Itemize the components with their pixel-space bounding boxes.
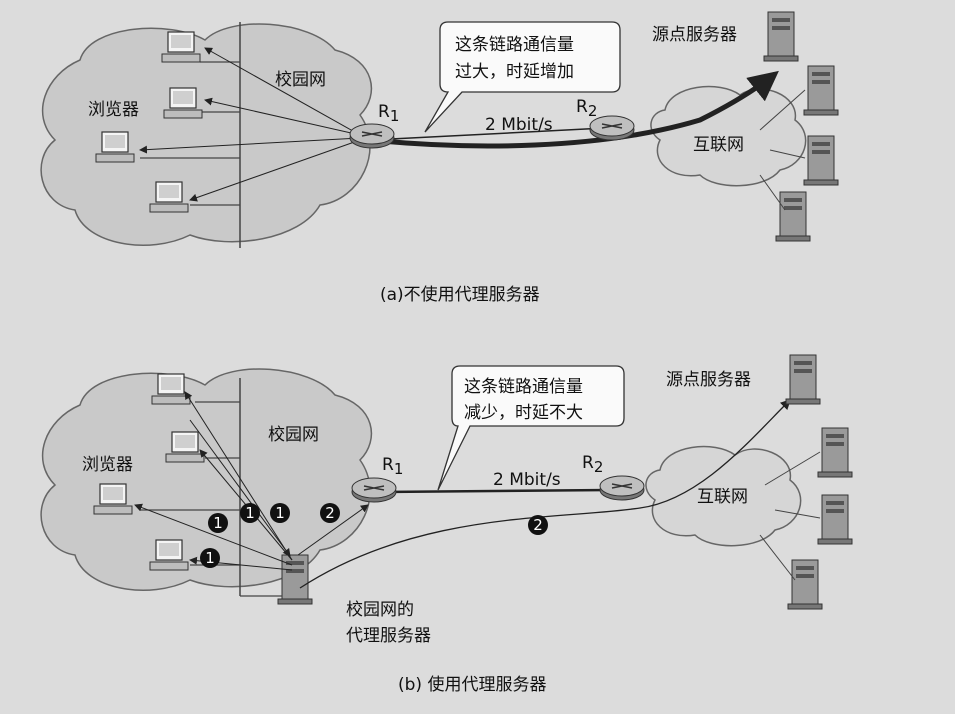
internet-label-b: 互联网 (697, 487, 748, 507)
diagram-a: 校园网 浏览器 R1 R2 2 Mbit/s 这条链路通信量 过大，时延增加 源… (40, 11, 839, 305)
r1-label-a: R1 (378, 102, 399, 125)
callout-text-a-1: 这条链路通信量 (455, 35, 574, 55)
link-speed-a: 2 Mbit/s (485, 115, 553, 135)
server-a-4 (775, 191, 811, 242)
browser-pc-4 (149, 181, 189, 213)
diagram-b: 1 1 1 1 2 2 校园网 浏览器 R1 R2 2 Mbit/s 这条链路通… (40, 354, 853, 695)
browser-pc-1 (161, 31, 201, 63)
server-b-2 (817, 427, 853, 478)
svg-text:1: 1 (275, 504, 285, 522)
proxy-label-2: 代理服务器 (346, 626, 431, 646)
origin-server-label-b: 源点服务器 (666, 370, 751, 390)
svg-text:1: 1 (205, 549, 215, 567)
browser-pc-b-4 (149, 539, 189, 571)
proxy-server (277, 554, 313, 605)
origin-server-a (763, 11, 799, 62)
svg-text:1: 1 (245, 504, 255, 522)
svg-text:2: 2 (533, 516, 543, 534)
server-b-3 (817, 494, 853, 545)
svg-text:1: 1 (213, 514, 223, 532)
caption-a: (a)不使用代理服务器 (380, 284, 540, 305)
router-r1-a (349, 123, 395, 149)
r2-label-a: R2 (576, 97, 597, 120)
router-r2-b (599, 475, 645, 501)
svg-text:2: 2 (325, 504, 335, 522)
browser-pc-3 (95, 131, 135, 163)
r2-label-b: R2 (582, 453, 603, 476)
link-speed-b: 2 Mbit/s (493, 470, 561, 490)
callout-text-b-1: 这条链路通信量 (464, 377, 583, 397)
browser-pc-2 (163, 87, 203, 119)
origin-server-b (785, 354, 821, 405)
server-a-3 (803, 135, 839, 186)
origin-server-label-a: 源点服务器 (652, 25, 737, 45)
router-r1-b (351, 477, 397, 503)
browser-pc-b-1 (151, 373, 191, 405)
campus-label-b: 校园网 (268, 425, 319, 445)
server-a-2 (803, 65, 839, 116)
browser-pc-b-2 (165, 431, 205, 463)
campus-cloud (40, 23, 373, 246)
r1-label-b: R1 (382, 455, 403, 478)
proxy-comparison-figure: 校园网 浏览器 R1 R2 2 Mbit/s 这条链路通信量 过大，时延增加 源… (40, 11, 853, 695)
caption-b: (b) 使用代理服务器 (398, 674, 546, 695)
browser-label-b: 浏览器 (82, 455, 133, 475)
callout-text-b-2: 减少，时延不大 (464, 403, 583, 423)
browser-label-a: 浏览器 (88, 100, 139, 120)
proxy-label-1: 校园网的 (346, 600, 414, 620)
server-b-4 (787, 559, 823, 610)
browser-pc-b-3 (93, 483, 133, 515)
internet-label-a: 互联网 (693, 135, 744, 155)
callout-text-a-2: 过大，时延增加 (455, 62, 574, 82)
campus-label-a: 校园网 (275, 70, 326, 90)
